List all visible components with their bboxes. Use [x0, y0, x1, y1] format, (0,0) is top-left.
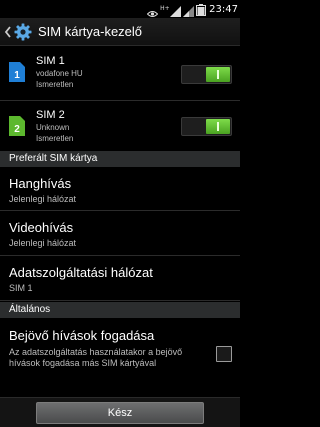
toggle-knob [206, 67, 230, 82]
sim-1-name: SIM 1 [36, 55, 65, 67]
pref-data-network[interactable]: Adatszolgáltatási hálózat SIM 1 [0, 257, 240, 301]
sim-2-row[interactable]: 2 SIM 2 Unknown Ismeretlen [0, 103, 240, 155]
pref-description: Az adatszolgáltatás használatakor a bejö… [9, 347, 183, 368]
section-header-general: Általános [0, 302, 240, 318]
sim-1-operator: vodafone HU [36, 69, 83, 78]
sim-1-status: Ismeretlen [36, 80, 74, 89]
action-bar: SIM kártya-kezelő [0, 18, 240, 46]
svg-text:1: 1 [14, 70, 20, 81]
pref-subtitle: Jelenlegi hálózat [9, 194, 77, 204]
svg-text:2: 2 [14, 124, 20, 135]
pref-voice-call[interactable]: Hanghívás Jelenlegi hálózat [0, 168, 240, 211]
pref-video-call[interactable]: Videohívás Jelenlegi hálózat [0, 212, 240, 256]
pref-title: Hanghívás [9, 176, 72, 191]
sim-2-name: SIM 2 [36, 109, 65, 121]
eye-icon [146, 5, 159, 17]
status-icons: H+ 23:47 [146, 1, 238, 17]
pref-incoming-calls[interactable]: Bejövő hívások fogadása Az adatszolgálta… [0, 319, 240, 397]
page-title: SIM kártya-kezelő [38, 24, 143, 39]
pref-subtitle: SIM 1 [9, 283, 33, 293]
pref-title: Videohívás [9, 220, 74, 235]
battery-icon [196, 3, 207, 16]
status-bar: H+ 23:47 [0, 0, 240, 18]
sim-1-row[interactable]: 1 SIM 1 vodafone HU Ismeretlen [0, 49, 240, 101]
sim-card-2-icon: 2 [9, 116, 25, 136]
sim-2-toggle[interactable] [181, 117, 232, 136]
pref-title: Bejövő hívások fogadása [9, 328, 155, 343]
pref-subtitle: Jelenlegi hálózat [9, 238, 77, 248]
sim-card-1-icon: 1 [9, 62, 25, 82]
network-type-label: H+ [160, 5, 170, 12]
gear-icon[interactable] [14, 23, 32, 41]
screen: H+ 23:47 SIM kártya-kezelő 1 SIM 1 vodaf… [0, 0, 240, 427]
signal-strength-icon [170, 4, 182, 17]
toggle-knob [206, 119, 230, 134]
pref-title: Adatszolgáltatási hálózat [9, 265, 153, 280]
signal-strength-2-icon [183, 4, 195, 17]
status-time: 23:47 [209, 3, 238, 15]
done-button[interactable]: Kész [36, 402, 204, 424]
sim-1-toggle[interactable] [181, 65, 232, 84]
sim-2-status: Ismeretlen [36, 134, 74, 143]
incoming-calls-checkbox[interactable] [216, 346, 232, 362]
bottom-bar: Kész [0, 397, 240, 427]
section-header-preferred: Preferált SIM kártya [0, 151, 240, 167]
back-icon[interactable] [4, 25, 12, 39]
sim-2-operator: Unknown [36, 123, 70, 132]
